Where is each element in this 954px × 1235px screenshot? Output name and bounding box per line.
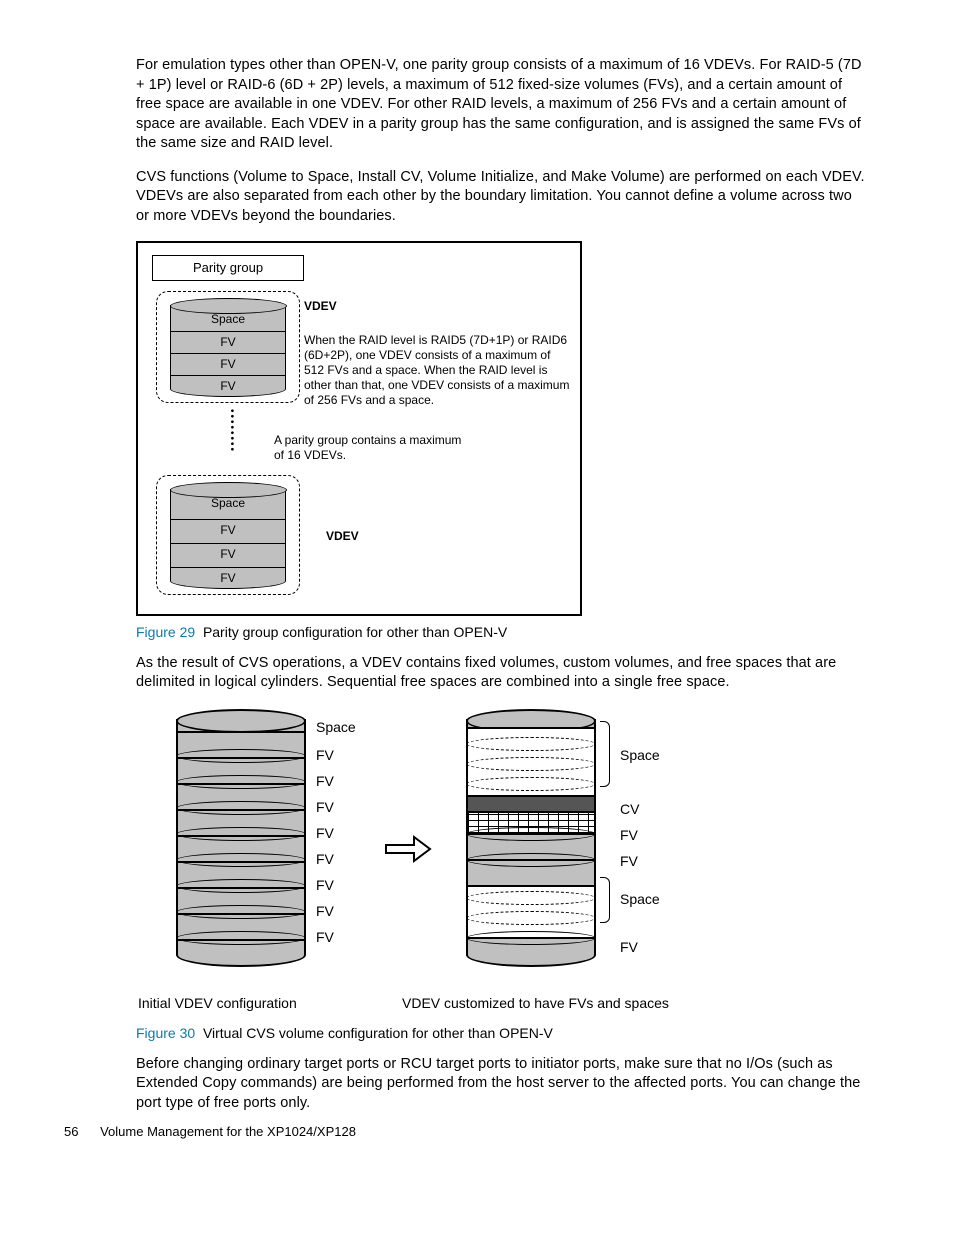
- vdev-label-1: VDEV: [304, 299, 337, 314]
- right-label-fv: FV: [620, 853, 638, 869]
- left-label-fv: FV: [316, 799, 334, 815]
- vdev-cylinder-1: Space FV FV FV: [170, 305, 286, 397]
- slice-fv: FV: [171, 567, 285, 589]
- figure-29-caption: Figure 29 Parity group configuration for…: [136, 624, 866, 640]
- right-label-fv: FV: [620, 939, 638, 955]
- right-cylinder-caption: VDEV customized to have FVs and spaces: [402, 995, 669, 1011]
- initial-vdev-cylinder: [176, 719, 306, 967]
- vdev-cylinder-2: Space FV FV FV: [170, 489, 286, 589]
- right-label-fv: FV: [620, 827, 638, 843]
- footer-title: Volume Management for the XP1024/XP128: [100, 1124, 356, 1139]
- slice-fv: FV: [171, 353, 285, 375]
- right-label-space: Space: [620, 747, 660, 763]
- right-label-space: Space: [620, 891, 660, 907]
- page-footer: 56 Volume Management for the XP1024/XP12…: [64, 1124, 356, 1139]
- slice-fv: FV: [171, 375, 285, 397]
- figure-30: Space FV FV FV FV FV FV FV FV: [136, 707, 816, 1017]
- left-label-fv: FV: [316, 877, 334, 893]
- brace-icon: [600, 877, 610, 923]
- figure-30-caption-text: Virtual CVS volume configuration for oth…: [203, 1025, 553, 1041]
- slice-fv: FV: [171, 543, 285, 565]
- vdev-description: When the RAID level is RAID5 (7D+1P) or …: [304, 333, 570, 408]
- paragraph-3: As the result of CVS operations, a VDEV …: [136, 654, 866, 693]
- left-label-fv: FV: [316, 929, 334, 945]
- slice-space: Space: [171, 309, 285, 331]
- figure-30-caption: Figure 30 Virtual CVS volume configurati…: [136, 1025, 866, 1041]
- brace-icon: [600, 721, 610, 787]
- arrow-icon: [384, 835, 432, 863]
- left-label-fv: FV: [316, 903, 334, 919]
- left-label-fv: FV: [316, 747, 334, 763]
- parity-group-note: A parity group contains a maximum of 16 …: [274, 433, 474, 463]
- left-cylinder-caption: Initial VDEV configuration: [138, 995, 297, 1011]
- figure-30-label: Figure 30: [136, 1025, 195, 1041]
- document-page: For emulation types other than OPEN-V, o…: [0, 0, 954, 1167]
- slice-space: Space: [171, 493, 285, 515]
- customized-vdev-cylinder: [466, 719, 596, 967]
- paragraph-4: Before changing ordinary target ports or…: [136, 1055, 866, 1114]
- left-label-space: Space: [316, 719, 356, 735]
- paragraph-1: For emulation types other than OPEN-V, o…: [136, 56, 866, 154]
- vertical-ellipsis: ••••••••: [226, 409, 237, 469]
- left-label-fv: FV: [316, 851, 334, 867]
- left-label-fv: FV: [316, 773, 334, 789]
- paragraph-2: CVS functions (Volume to Space, Install …: [136, 168, 866, 227]
- vdev-label-2: VDEV: [326, 529, 359, 544]
- right-label-cv: CV: [620, 801, 639, 817]
- page-number: 56: [64, 1124, 78, 1139]
- left-label-fv: FV: [316, 825, 334, 841]
- figure-29: Parity group Space FV FV FV VDEV When th…: [136, 241, 582, 616]
- figure-29-label: Figure 29: [136, 624, 195, 640]
- parity-group-label: Parity group: [152, 255, 304, 281]
- slice-fv: FV: [171, 519, 285, 541]
- slice-fv: FV: [171, 331, 285, 353]
